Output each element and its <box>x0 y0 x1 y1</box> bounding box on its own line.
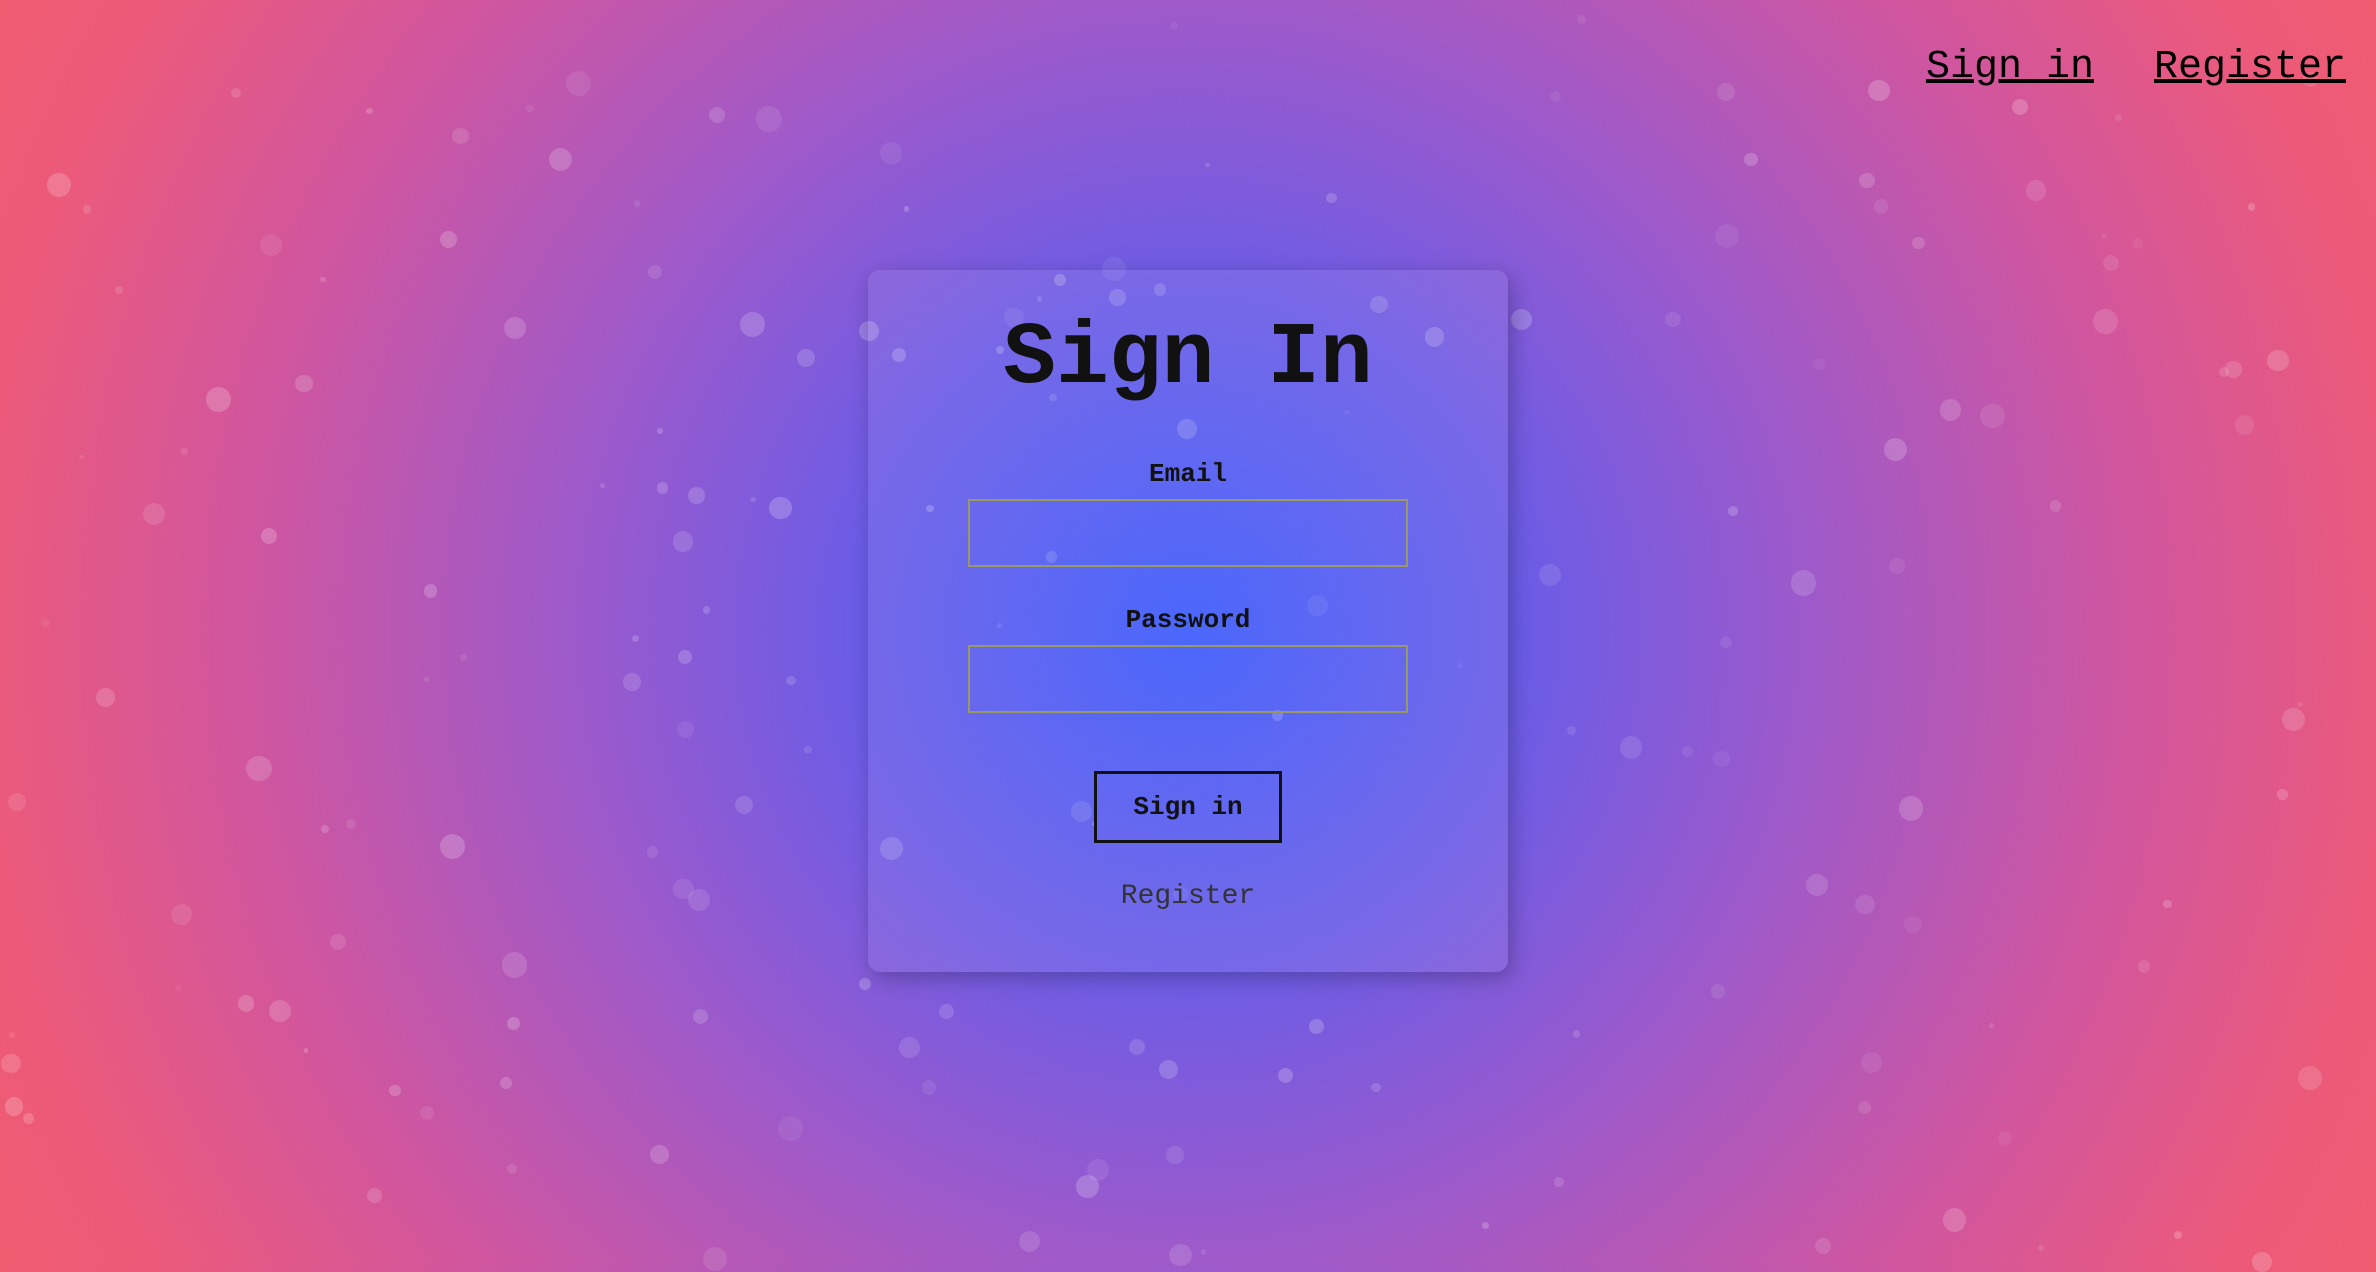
password-label: Password <box>928 605 1448 635</box>
signin-card: Sign In Email Password Sign in Register <box>868 270 1508 972</box>
email-field[interactable] <box>968 499 1408 567</box>
nav-register-link[interactable]: Register <box>2154 45 2346 90</box>
email-group: Email <box>928 459 1448 567</box>
email-label: Email <box>928 459 1448 489</box>
top-nav: Sign in Register <box>1926 45 2346 90</box>
page-title: Sign In <box>928 310 1448 409</box>
signin-button[interactable]: Sign in <box>1094 771 1281 843</box>
password-field[interactable] <box>968 645 1408 713</box>
nav-signin-link[interactable]: Sign in <box>1926 45 2094 90</box>
register-link[interactable]: Register <box>928 881 1448 912</box>
password-group: Password <box>928 605 1448 713</box>
